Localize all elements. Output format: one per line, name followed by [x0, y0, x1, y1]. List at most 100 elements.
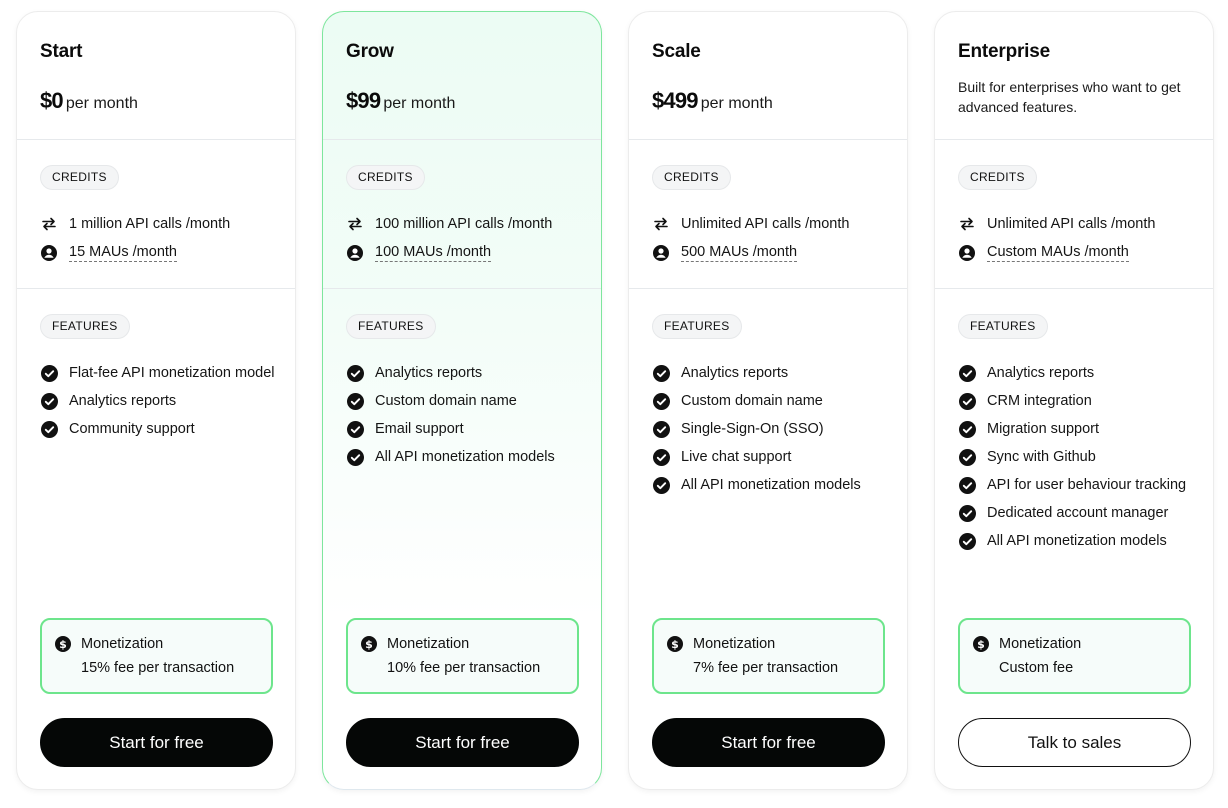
user-circle-icon — [347, 245, 363, 261]
dollar-circle-icon: $ — [973, 636, 989, 652]
check-circle-icon — [959, 393, 976, 410]
start-for-free-button[interactable]: Start for free — [40, 718, 273, 767]
svg-text:$: $ — [977, 638, 985, 651]
monetization-title: Monetization — [387, 636, 470, 652]
check-circle-icon — [41, 365, 58, 382]
plan-card-enterprise: Enterprise Built for enterprises who wan… — [934, 11, 1214, 790]
feature-item: Live chat support — [653, 447, 893, 467]
credits-badge: CREDITS — [652, 165, 731, 190]
feature-item: Analytics reports — [959, 363, 1199, 383]
feature-text: Dedicated account manager — [987, 505, 1169, 521]
feature-item: Flat-fee API monetization model — [41, 363, 281, 383]
maus-row: Custom MAUs /month — [959, 244, 1129, 262]
feature-text: Custom domain name — [375, 393, 517, 409]
check-circle-icon — [347, 421, 364, 438]
monetization-fee: 15% fee per transaction — [81, 660, 235, 676]
maus-text[interactable]: 500 MAUs /month — [681, 244, 798, 262]
arrows-exchange-icon — [959, 216, 975, 232]
plan-title: Grow — [346, 41, 394, 62]
price-suffix: per month — [700, 95, 773, 112]
api-calls-text: 100 million API calls /month — [375, 216, 553, 232]
credits-badge: CREDITS — [40, 165, 119, 190]
price-amount: $99 — [346, 88, 381, 113]
feature-item: All API monetization models — [653, 475, 893, 495]
monetization-box: $ Monetization 7% fee per transaction — [652, 618, 885, 694]
svg-text:$: $ — [365, 638, 373, 651]
feature-item: API for user behaviour tracking — [959, 475, 1199, 495]
talk-to-sales-button[interactable]: Talk to sales — [958, 718, 1191, 767]
plan-card-scale: Scale $499 per month CREDITS Unlimited AP… — [628, 11, 908, 790]
dollar-circle-icon: $ — [55, 636, 71, 652]
check-circle-icon — [959, 533, 976, 550]
api-calls-row: Unlimited API calls /month — [959, 216, 1155, 232]
plan-header: Grow $99 per month — [323, 12, 601, 140]
feature-text: Analytics reports — [681, 365, 789, 381]
feature-text: Single-Sign-On (SSO) — [681, 421, 824, 437]
feature-item: Community support — [41, 419, 281, 439]
maus-text[interactable]: Custom MAUs /month — [987, 244, 1129, 262]
arrows-exchange-icon — [41, 216, 57, 232]
monetization-box: $ Monetization Custom fee — [958, 618, 1191, 694]
check-circle-icon — [653, 421, 670, 438]
feature-text: Community support — [69, 421, 195, 437]
feature-text: Migration support — [987, 421, 1100, 437]
start-for-free-button[interactable]: Start for free — [346, 718, 579, 767]
feature-text: API for user behaviour tracking — [987, 477, 1187, 493]
feature-list: Analytics reports Custom domain name Singl… — [653, 363, 893, 503]
check-circle-icon — [41, 393, 58, 410]
monetization-fee: 10% fee per transaction — [387, 660, 541, 676]
credits-section: CREDITS Unlimited API calls /month Custo… — [935, 141, 1213, 289]
check-circle-icon — [347, 365, 364, 382]
maus-text[interactable]: 15 MAUs /month — [69, 244, 177, 262]
api-calls-text: Unlimited API calls /month — [987, 216, 1156, 232]
start-for-free-button[interactable]: Start for free — [652, 718, 885, 767]
user-circle-icon — [653, 245, 669, 261]
plan-header: Enterprise Built for enterprises who wan… — [935, 12, 1213, 140]
arrows-exchange-icon — [347, 216, 363, 232]
feature-item: Dedicated account manager — [959, 503, 1199, 523]
feature-text: All API monetization models — [375, 449, 555, 465]
feature-text: All API monetization models — [681, 477, 861, 493]
plan-card-grow: Grow $99 per month CREDITS 100 million AP… — [322, 11, 602, 790]
maus-row: 15 MAUs /month — [41, 244, 177, 262]
monetization-fee: 7% fee per transaction — [693, 660, 839, 676]
plan-header: Scale $499 per month — [629, 12, 907, 140]
check-circle-icon — [41, 421, 58, 438]
feature-text: Email support — [375, 421, 464, 437]
api-calls-text: Unlimited API calls /month — [681, 216, 850, 232]
check-circle-icon — [959, 421, 976, 438]
feature-item: Custom domain name — [653, 391, 893, 411]
feature-item: Email support — [347, 419, 587, 439]
feature-item: Sync with Github — [959, 447, 1199, 467]
check-circle-icon — [653, 449, 670, 466]
check-circle-icon — [347, 393, 364, 410]
user-circle-icon — [959, 245, 975, 261]
feature-item: Analytics reports — [653, 363, 893, 383]
feature-text: Analytics reports — [69, 393, 177, 409]
credits-section: CREDITS 100 million API calls /month 100… — [323, 141, 601, 289]
svg-text:$: $ — [59, 638, 67, 651]
check-circle-icon — [959, 365, 976, 382]
plan-header: Start $0 per month — [17, 12, 295, 140]
plan-description: Built for enterprises who want to get ad… — [958, 79, 1181, 115]
credits-badge: CREDITS — [346, 165, 425, 190]
check-circle-icon — [959, 505, 976, 522]
arrows-exchange-icon — [653, 216, 669, 232]
api-calls-row: 100 million API calls /month — [347, 216, 552, 232]
feature-text: Live chat support — [681, 449, 792, 465]
svg-text:$: $ — [671, 638, 679, 651]
feature-item: CRM integration — [959, 391, 1199, 411]
feature-list: Flat-fee API monetization model Analytics… — [41, 363, 281, 447]
api-calls-row: Unlimited API calls /month — [653, 216, 849, 232]
price-suffix: per month — [65, 95, 138, 112]
feature-item: Migration support — [959, 419, 1199, 439]
plan-price: $499 per month — [652, 88, 773, 114]
feature-text: Flat-fee API monetization model — [69, 365, 275, 381]
api-calls-row: 1 million API calls /month — [41, 216, 230, 232]
monetization-title: Monetization — [693, 636, 776, 652]
monetization-box: $ Monetization 10% fee per transaction — [346, 618, 579, 694]
credits-section: CREDITS Unlimited API calls /month 500 M… — [629, 141, 907, 289]
maus-text[interactable]: 100 MAUs /month — [375, 244, 492, 262]
api-calls-text: 1 million API calls /month — [69, 216, 231, 232]
monetization-box: $ Monetization 15% fee per transaction — [40, 618, 273, 694]
